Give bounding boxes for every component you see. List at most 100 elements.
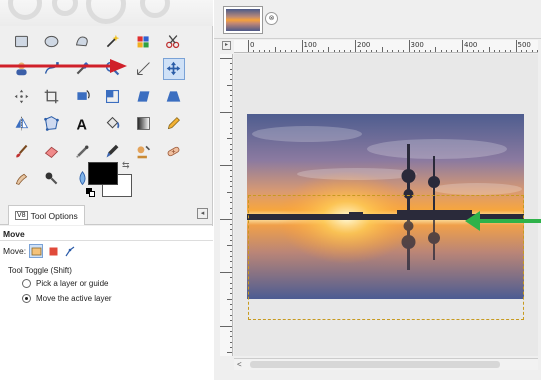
paintbrush-icon <box>15 144 27 157</box>
tool-button[interactable] <box>132 140 154 162</box>
default-colors-icon[interactable] <box>86 188 95 197</box>
image-canvas[interactable] <box>234 54 538 356</box>
fuzzy-select-icon <box>106 34 120 47</box>
quick-mask-toggle[interactable]: ▸ <box>222 41 231 50</box>
tool-button[interactable] <box>132 58 154 80</box>
tool-options-title: Move <box>3 229 25 239</box>
heal-icon <box>167 146 180 156</box>
image-tab-thumbnail[interactable] <box>223 6 263 34</box>
shear-icon <box>137 90 149 102</box>
wilber-header-decoration <box>0 0 213 26</box>
ruler-number: 100 <box>303 41 317 49</box>
scale-icon <box>105 89 120 103</box>
tool-button[interactable] <box>10 85 32 107</box>
green-annotation-arrow <box>465 211 541 231</box>
path-icon <box>65 246 75 256</box>
blend-icon <box>136 117 150 130</box>
tool-button[interactable] <box>163 30 185 52</box>
selection-icon <box>49 247 58 255</box>
ruler-number: 500 <box>517 41 531 49</box>
tool-button[interactable] <box>163 113 185 135</box>
rect-select-icon <box>14 35 28 47</box>
move-selection-button[interactable] <box>46 244 60 258</box>
tool-button[interactable] <box>102 113 124 135</box>
radio-label: Move the active layer <box>36 294 112 303</box>
horizontal-scrollbar[interactable]: < <box>234 358 538 370</box>
horizontal-ruler[interactable]: 0 100 200 300 400 500 <box>234 40 538 53</box>
scissors-select-icon <box>166 34 180 48</box>
ruler-number: 400 <box>464 41 478 49</box>
crop-icon <box>44 89 59 103</box>
airbrush-icon <box>75 145 88 158</box>
tab-menu-button[interactable]: ◂ <box>197 208 208 219</box>
ellipse-select-icon <box>44 35 59 47</box>
rotate-icon <box>76 89 90 100</box>
tool-button[interactable] <box>132 113 154 135</box>
tool-button[interactable] <box>132 85 154 107</box>
radio-dot[interactable] <box>22 279 31 288</box>
ruler-number: 300 <box>410 41 424 49</box>
svg-text:A: A <box>76 117 87 132</box>
close-tab-icon[interactable]: ⊗ <box>265 12 278 25</box>
tool-button[interactable] <box>10 113 32 135</box>
free-select-icon <box>75 35 88 46</box>
tool-button[interactable] <box>71 85 93 107</box>
tool-button[interactable] <box>102 85 124 107</box>
move-label: Move: <box>3 246 27 256</box>
color-select-icon <box>137 35 149 47</box>
move-layer-button[interactable] <box>29 244 44 258</box>
tool-button[interactable]: A <box>71 113 93 135</box>
move-mode-row: Move: <box>3 244 77 258</box>
move-path-button[interactable] <box>63 244 77 258</box>
tool-button[interactable] <box>102 30 124 52</box>
divider <box>0 240 213 241</box>
flip-icon <box>15 116 28 131</box>
tool-button[interactable] <box>41 168 63 190</box>
tool-button[interactable] <box>162 57 185 80</box>
tool-options-header: V8 Tool Options ◂ <box>0 203 213 225</box>
radio-move-active-layer[interactable]: Move the active layer <box>22 294 112 303</box>
swap-colors-icon[interactable]: ⇆ <box>122 160 130 171</box>
tool-button[interactable] <box>10 30 32 52</box>
clone-icon <box>137 145 150 158</box>
vertical-ruler[interactable] <box>220 54 233 356</box>
toolbox-panel: A ⇆ V8 Tool Options ◂ Move Move: Tool To… <box>0 0 213 380</box>
tool-button[interactable] <box>41 30 63 52</box>
divider <box>214 38 541 39</box>
pencil-icon <box>167 117 180 130</box>
tool-button[interactable] <box>41 113 63 135</box>
color-swatch[interactable]: ⇆ <box>86 160 136 200</box>
tab-label: Tool Options <box>30 210 78 221</box>
red-annotation-arrow <box>0 59 127 73</box>
tool-button[interactable] <box>41 85 63 107</box>
tab-tool-options[interactable]: V8 Tool Options <box>8 205 85 225</box>
tool-button[interactable] <box>71 140 93 162</box>
smudge-icon <box>15 173 27 185</box>
tool-button[interactable] <box>10 168 32 190</box>
radio-dot[interactable] <box>22 294 31 303</box>
dodge-burn-icon <box>45 172 58 185</box>
measure-icon <box>136 62 150 75</box>
foreground-color[interactable] <box>88 162 118 185</box>
ruler-number: 0 <box>250 41 255 49</box>
bucket-fill-icon <box>106 116 120 129</box>
tool-button[interactable] <box>163 85 185 107</box>
perspective-icon <box>166 90 181 102</box>
layer-icon <box>31 247 42 255</box>
tool-button[interactable] <box>10 140 32 162</box>
scrollbar-thumb[interactable] <box>250 361 500 368</box>
move-tool-icon <box>166 61 181 76</box>
align-icon <box>14 89 28 103</box>
tool-button[interactable] <box>102 140 124 162</box>
tool-toggle-label: Tool Toggle (Shift) <box>8 266 72 275</box>
eraser-icon <box>44 146 59 158</box>
tool-button[interactable] <box>163 140 185 162</box>
text-tool-icon: A <box>76 117 87 132</box>
radio-pick-layer[interactable]: Pick a layer or guide <box>22 279 108 288</box>
tool-button[interactable] <box>71 30 93 52</box>
ruler-number: 200 <box>357 41 371 49</box>
tool-options-tab-icon: V8 <box>15 211 28 220</box>
tool-button[interactable] <box>132 30 154 52</box>
scroll-left-icon[interactable]: < <box>237 360 242 369</box>
tool-button[interactable] <box>41 140 63 162</box>
